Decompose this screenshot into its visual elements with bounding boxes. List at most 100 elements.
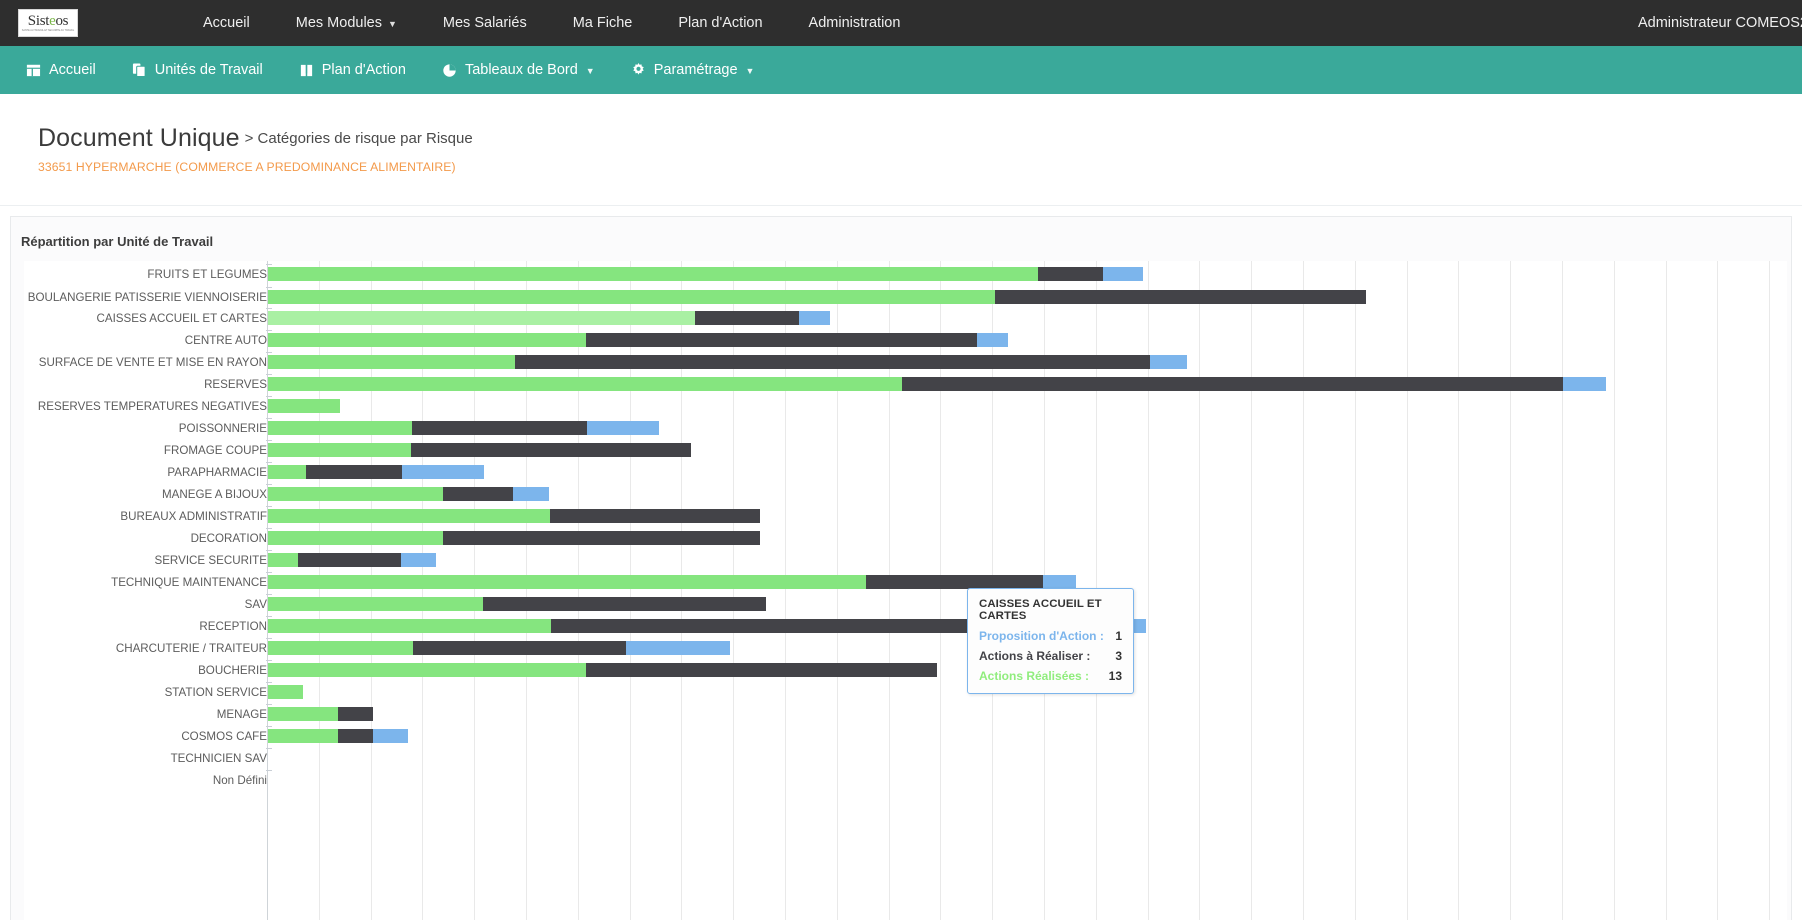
tooltip-value: 13: [1108, 669, 1122, 683]
bar-segment-actions-realisees[interactable]: [268, 663, 586, 677]
bar-segment-proposition-daction[interactable]: [513, 487, 549, 501]
stacked-bar-chart[interactable]: FRUITS ET LEGUMES BOULANGERIE PATISSERIE …: [24, 261, 1787, 920]
nav-item-accueil[interactable]: Accueil: [193, 15, 260, 31]
nav-item-mes-salaries[interactable]: Mes Salariés: [433, 15, 537, 31]
y-axis-tick: [266, 440, 272, 441]
bar-segment-actions-a-realiser[interactable]: [586, 663, 937, 677]
y-axis-label: SERVICE SECURITE: [154, 554, 267, 567]
y-axis-tick: [266, 770, 272, 771]
bar-segment-actions-a-realiser[interactable]: [586, 333, 977, 347]
bar-segment-actions-a-realiser[interactable]: [413, 641, 626, 655]
top-navbar: Sisteos SANTE AU TRAVAIL ET SECURITE AU …: [0, 0, 1802, 46]
y-axis-label: SAV: [244, 598, 267, 611]
y-axis-label: TECHNICIEN SAV: [170, 752, 267, 765]
y-axis-tick: [266, 682, 272, 683]
bar-segment-actions-realisees[interactable]: [268, 443, 411, 457]
subnav-item-plan-daction[interactable]: Plan d'Action: [299, 62, 406, 78]
bar-segment-proposition-daction[interactable]: [1043, 575, 1076, 589]
bar-segment-actions-a-realiser[interactable]: [995, 290, 1366, 304]
bar-segment-proposition-daction[interactable]: [977, 333, 1008, 347]
chart-panel-title: Répartition par Unité de Travail: [21, 234, 214, 249]
bar-segment-actions-a-realiser[interactable]: [866, 575, 1043, 589]
bar-segment-actions-a-realiser[interactable]: [443, 531, 760, 545]
bar-segment-actions-a-realiser[interactable]: [412, 421, 587, 435]
bar-segment-actions-realisees[interactable]: [268, 377, 902, 391]
bar-segment-actions-realisees[interactable]: [268, 729, 338, 743]
bar-segment-actions-realisees[interactable]: [268, 641, 413, 655]
tooltip-row-proposition: Proposition d'Action : 1: [979, 629, 1122, 643]
chart-bar-rows: FRUITS ET LEGUMES BOULANGERIE PATISSERIE …: [24, 261, 1787, 920]
bar-segment-proposition-daction[interactable]: [373, 729, 408, 743]
bar-segment-actions-realisees[interactable]: [268, 707, 338, 721]
bar-segment-actions-a-realiser[interactable]: [902, 377, 1563, 391]
bar-segment-actions-realisees[interactable]: [268, 399, 340, 413]
bar-segment-actions-realisees[interactable]: [268, 267, 1038, 281]
bar-segment-actions-realisees[interactable]: [268, 597, 483, 611]
chart-panel: Répartition par Unité de Travail FRUITS …: [10, 216, 1792, 920]
bar-segment-actions-realisees[interactable]: [268, 465, 306, 479]
bar-segment-actions-realisees[interactable]: [268, 333, 586, 347]
bar-segment-actions-a-realiser[interactable]: [695, 311, 799, 325]
bar-segment-actions-a-realiser[interactable]: [298, 553, 401, 567]
bar-segment-actions-realisees[interactable]: [268, 487, 443, 501]
tooltip-row-realisees: Actions Réalisées : 13: [979, 669, 1122, 683]
tooltip-value: 3: [1115, 649, 1122, 663]
bar-segment-actions-a-realiser[interactable]: [338, 707, 373, 721]
bar-segment-actions-realisees[interactable]: [268, 553, 298, 567]
bar-segment-actions-a-realiser[interactable]: [515, 355, 1150, 369]
nav-label: Ma Fiche: [572, 15, 633, 31]
bar-segment-actions-realisees[interactable]: [268, 509, 550, 523]
bar-segment-actions-realisees[interactable]: [268, 619, 551, 633]
bar-segment-actions-realisees[interactable]: [268, 290, 995, 304]
bar-segment-proposition-daction[interactable]: [1563, 377, 1606, 391]
bar-segment-actions-a-realiser[interactable]: [1038, 267, 1103, 281]
bar-segment-proposition-daction[interactable]: [1103, 267, 1143, 281]
bar-segment-proposition-daction[interactable]: [587, 421, 659, 435]
y-axis-tick: [266, 287, 272, 288]
bar-segment-actions-realisees[interactable]: [268, 421, 412, 435]
bar-segment-actions-realisees[interactable]: [268, 355, 515, 369]
y-axis-tick: [266, 594, 272, 595]
y-axis-label: STATION SERVICE: [164, 686, 267, 699]
bar-segment-actions-realisees[interactable]: [268, 575, 866, 589]
copy-documents-icon: [132, 62, 147, 78]
subnav-item-unites-de-travail[interactable]: Unités de Travail: [132, 62, 263, 78]
y-axis-label: POISSONNERIE: [178, 422, 267, 435]
bar-segment-actions-a-realiser[interactable]: [338, 729, 373, 743]
tooltip-title: CAISSES ACCUEIL ET CARTES: [979, 598, 1102, 622]
y-axis-label: COSMOS CAFE: [181, 730, 267, 743]
nav-item-plan-daction[interactable]: Plan d'Action: [668, 15, 772, 31]
bar-segment-actions-a-realiser[interactable]: [443, 487, 513, 501]
nav-item-administration[interactable]: Administration: [799, 15, 911, 31]
bar-segment-actions-a-realiser[interactable]: [306, 465, 402, 479]
bar-segment-proposition-daction[interactable]: [401, 553, 436, 567]
subnav-item-parametrage[interactable]: Paramétrage ▼: [631, 62, 754, 78]
bar-segment-proposition-daction[interactable]: [1150, 355, 1187, 369]
y-axis-tick: [266, 396, 272, 397]
y-axis-label: MENAGE: [216, 708, 267, 721]
subnav-item-tableaux-de-bord[interactable]: Tableaux de Bord ▼: [442, 62, 595, 78]
bar-segment-proposition-daction[interactable]: [799, 311, 830, 325]
table-icon: [26, 63, 41, 78]
bar-segment-actions-realisees[interactable]: [268, 531, 443, 545]
bar-segment-actions-realisees[interactable]: [268, 685, 303, 699]
bar-segment-actions-a-realiser[interactable]: [411, 443, 691, 457]
bar-segment-actions-realisees[interactable]: [268, 311, 695, 325]
bar-segment-actions-a-realiser[interactable]: [483, 597, 766, 611]
bar-segment-proposition-daction[interactable]: [402, 465, 484, 479]
nav-item-mes-modules[interactable]: Mes Modules ▼: [286, 15, 407, 31]
page-title: Document Unique: [38, 124, 240, 152]
y-axis-label: SURFACE DE VENTE ET MISE EN RAYON: [38, 356, 267, 369]
bar-segment-proposition-daction[interactable]: [626, 641, 730, 655]
current-user-label[interactable]: Administrateur COMEOS2: [1638, 15, 1802, 31]
subnav-item-accueil[interactable]: Accueil: [26, 62, 96, 78]
y-axis-tick: [266, 264, 272, 265]
chart-tooltip: CAISSES ACCUEIL ET CARTES Proposition d'…: [967, 588, 1134, 694]
logo-wordmark: Sisteos: [27, 12, 69, 29]
bar-segment-actions-a-realiser[interactable]: [550, 509, 760, 523]
nav-label: Administration: [808, 15, 901, 31]
nav-label: Mes Salariés: [442, 15, 527, 31]
nav-item-ma-fiche[interactable]: Ma Fiche: [563, 15, 643, 31]
sisteos-logo[interactable]: Sisteos SANTE AU TRAVAIL ET SECURITE AU …: [18, 9, 78, 37]
y-axis-label: CAISSES ACCUEIL ET CARTES: [96, 312, 267, 325]
